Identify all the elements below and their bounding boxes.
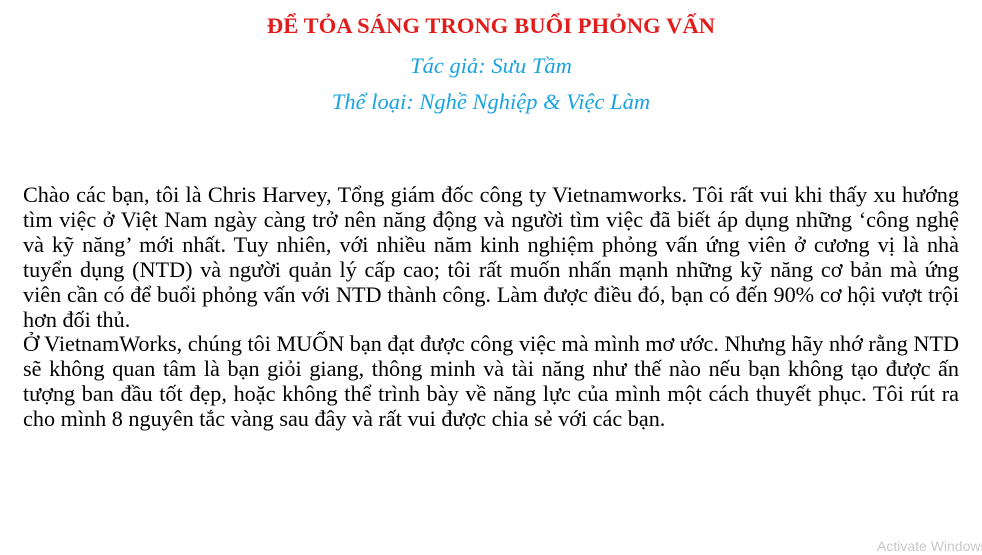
article-body: Chào các bạn, tôi là Chris Harvey, Tổng … (23, 182, 959, 432)
document-page: ĐỂ TỎA SÁNG TRONG BUỔI PHỎNG VẤN Tác giả… (0, 0, 982, 555)
activation-watermark: Activate Windows (877, 538, 982, 554)
author-line: Tác giả: Sưu Tầm (410, 53, 572, 78)
paragraph-intro: Chào các bạn, tôi là Chris Harvey, Tổng … (23, 182, 959, 332)
document-title: ĐỂ TỎA SÁNG TRONG BUỔI PHỎNG VẤN (266, 13, 716, 38)
paragraph-vietnamworks: Ở VietnamWorks, chúng tôi MUỐN bạn đạt đ… (23, 331, 959, 432)
genre-line: Thể loại: Nghề Nghiệp & Việc Làm (331, 89, 651, 114)
